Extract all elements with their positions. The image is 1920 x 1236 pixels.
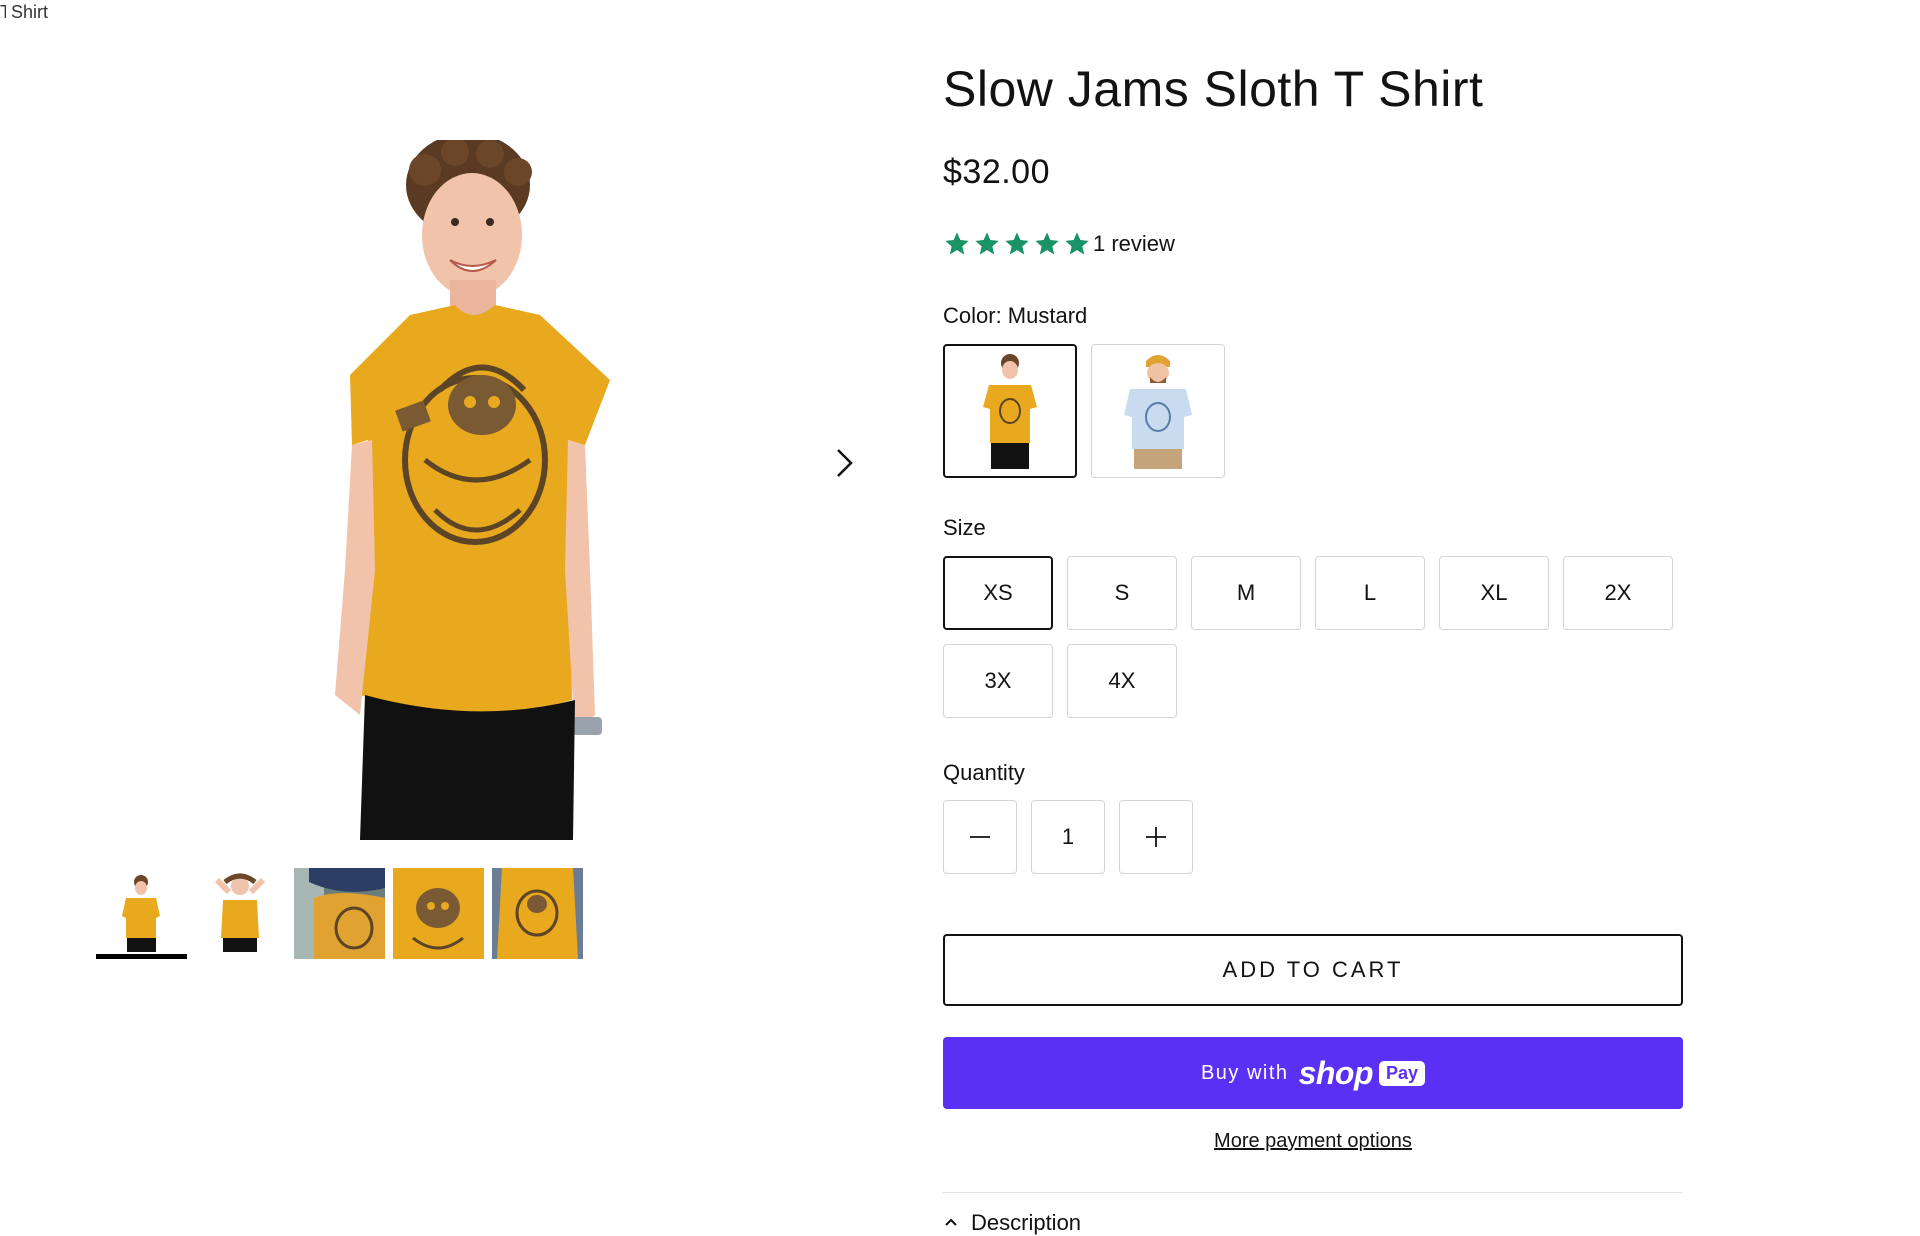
- chevron-icon: [945, 1218, 957, 1226]
- description-accordion[interactable]: Description: [943, 1210, 1081, 1236]
- size-option-xl[interactable]: XL: [1439, 556, 1549, 630]
- size-option-xs[interactable]: XS: [943, 556, 1053, 630]
- minus-icon: [970, 836, 990, 838]
- size-options: XS S M L XL 2X 3X 4X: [943, 556, 1683, 718]
- quantity-label: Quantity: [943, 760, 1025, 785]
- quantity-increase-button[interactable]: [1119, 800, 1193, 874]
- main-product-photo[interactable]: [290, 133, 690, 840]
- thumbnail-mustard-front-closeup[interactable]: [492, 868, 583, 959]
- product-rating[interactable]: 1 review: [943, 230, 1175, 258]
- shop-pay-button[interactable]: Buy with shop Pay: [943, 1037, 1683, 1109]
- size-option-2x[interactable]: 2X: [1563, 556, 1673, 630]
- thumbnail-mustard-full-body[interactable]: [96, 868, 187, 959]
- chevron-right-icon: [837, 449, 853, 477]
- quantity-stepper: 1: [943, 800, 1193, 874]
- thumbnail-blue-hat-closeup[interactable]: [294, 868, 385, 959]
- shop-pay-badge: Pay: [1379, 1060, 1426, 1086]
- product-price: $32.00: [943, 153, 1050, 191]
- description-label: Description: [971, 1210, 1082, 1235]
- quantity-input[interactable]: 1: [1031, 800, 1105, 874]
- star-icon: [1035, 232, 1059, 255]
- product-gallery: [0, 0, 900, 1225]
- quantity-decrease-button[interactable]: [943, 800, 1017, 874]
- review-count[interactable]: 1 review: [1093, 231, 1175, 257]
- plus-icon: [1146, 827, 1166, 847]
- rating-stars: [943, 230, 1091, 258]
- thumbnail-mustard-print-closeup[interactable]: [393, 868, 484, 959]
- size-option-l[interactable]: L: [1315, 556, 1425, 630]
- size-option-3x[interactable]: 3X: [943, 644, 1053, 718]
- thumbnail-mustard-posing[interactable]: [195, 868, 286, 959]
- size-label: Size: [943, 515, 986, 540]
- thumbnail-strip: [96, 868, 583, 959]
- color-swatch-light-blue[interactable]: [1091, 344, 1225, 478]
- size-option-4x[interactable]: 4X: [1067, 644, 1177, 718]
- star-icon: [975, 232, 999, 255]
- star-icon: [1065, 232, 1089, 255]
- gallery-next-button[interactable]: [820, 438, 870, 488]
- star-icon: [1005, 232, 1029, 255]
- shop-pay-prefix: Buy with: [1200, 1061, 1289, 1084]
- shop-pay-logo: shop: [1298, 1054, 1374, 1091]
- more-payment-options-link[interactable]: More payment options: [943, 1130, 1683, 1153]
- add-to-cart-button[interactable]: ADD TO CART: [943, 934, 1683, 1006]
- color-swatches: [943, 344, 1225, 478]
- color-swatch-mustard[interactable]: [943, 344, 1077, 478]
- section-divider: [943, 1192, 1683, 1193]
- star-icon: [945, 232, 969, 255]
- product-title: Slow Jams Sloth T Shirt: [943, 61, 1484, 117]
- color-label: Color: Mustard: [943, 303, 1088, 328]
- size-option-m[interactable]: M: [1191, 556, 1301, 630]
- size-option-s[interactable]: S: [1067, 556, 1177, 630]
